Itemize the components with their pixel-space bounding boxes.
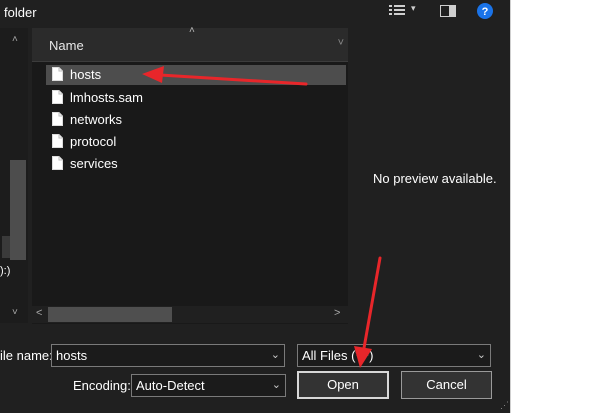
arrowhead-icon [142, 66, 164, 83]
annotation-arrows [142, 66, 382, 368]
annotation-arrow-open [362, 256, 382, 350]
arrowhead-icon [354, 346, 372, 368]
annotation-arrow-hosts [158, 73, 308, 86]
